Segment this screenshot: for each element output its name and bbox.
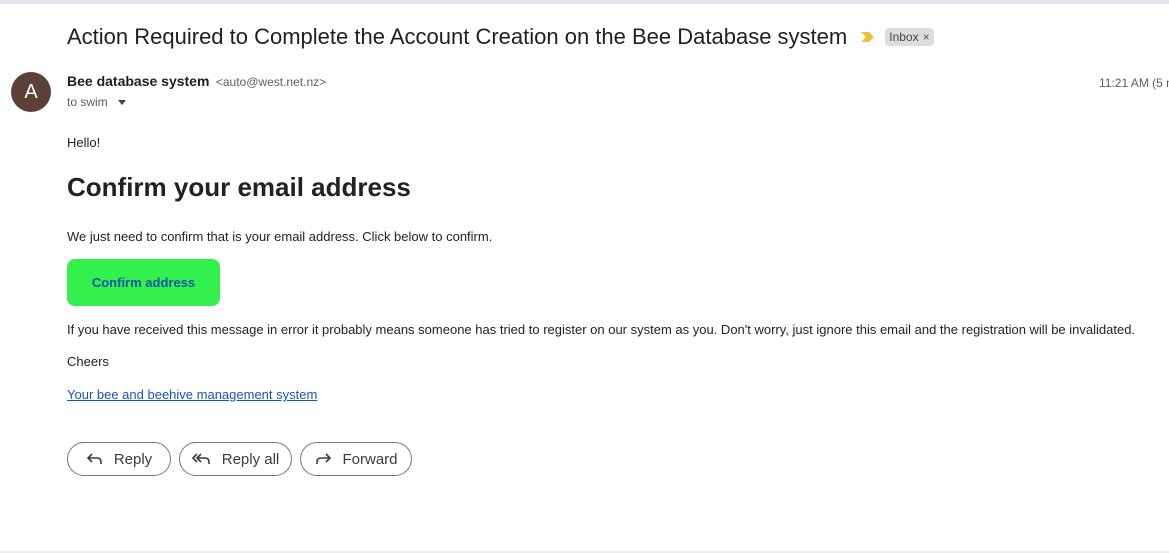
confirm-address-label: Confirm address [91, 275, 196, 290]
signature-link[interactable]: Your bee and beehive management system [67, 387, 317, 402]
reply-button[interactable]: Reply [67, 442, 171, 476]
signoff: Cheers [67, 354, 109, 369]
forward-button[interactable]: Forward [300, 442, 412, 476]
recipient-row: to swim [67, 95, 126, 109]
top-divider [0, 0, 1169, 4]
email-subject: Action Required to Complete the Account … [67, 24, 848, 49]
reply-all-button[interactable]: Reply all [179, 442, 292, 476]
subject-row: Action Required to Complete the Account … [67, 24, 934, 50]
sender-row: Bee database system <auto@west.net.nz> [67, 73, 326, 91]
inbox-label-text: Inbox [889, 30, 919, 44]
show-details-chevron-icon[interactable] [117, 99, 126, 105]
recipient-text: to swim [67, 95, 108, 109]
reply-label: Reply [113, 450, 153, 468]
timestamp: 11:21 AM (5 m [1099, 76, 1169, 90]
forward-arrow-icon [314, 451, 332, 467]
reply-arrow-icon [86, 451, 104, 467]
reply-all-label: Reply all [221, 450, 280, 468]
avatar-letter: A [24, 80, 38, 103]
greeting: Hello! [67, 135, 101, 150]
remove-label-icon[interactable]: × [923, 30, 930, 44]
sender-name[interactable]: Bee database system [67, 73, 209, 89]
forward-label: Forward [342, 450, 398, 468]
important-marker-icon[interactable] [859, 30, 877, 44]
email-headline: Confirm your email address [67, 172, 411, 202]
reply-all-arrow-icon [191, 451, 212, 467]
sender-email: <auto@west.net.nz> [215, 75, 327, 89]
intro-text: We just need to confirm that is your ema… [67, 229, 493, 244]
error-note: If you have received this message in err… [67, 322, 1136, 337]
inbox-label-chip: Inbox × [885, 28, 934, 46]
avatar[interactable]: A [11, 72, 51, 112]
confirm-address-button[interactable]: Confirm address [67, 259, 220, 306]
